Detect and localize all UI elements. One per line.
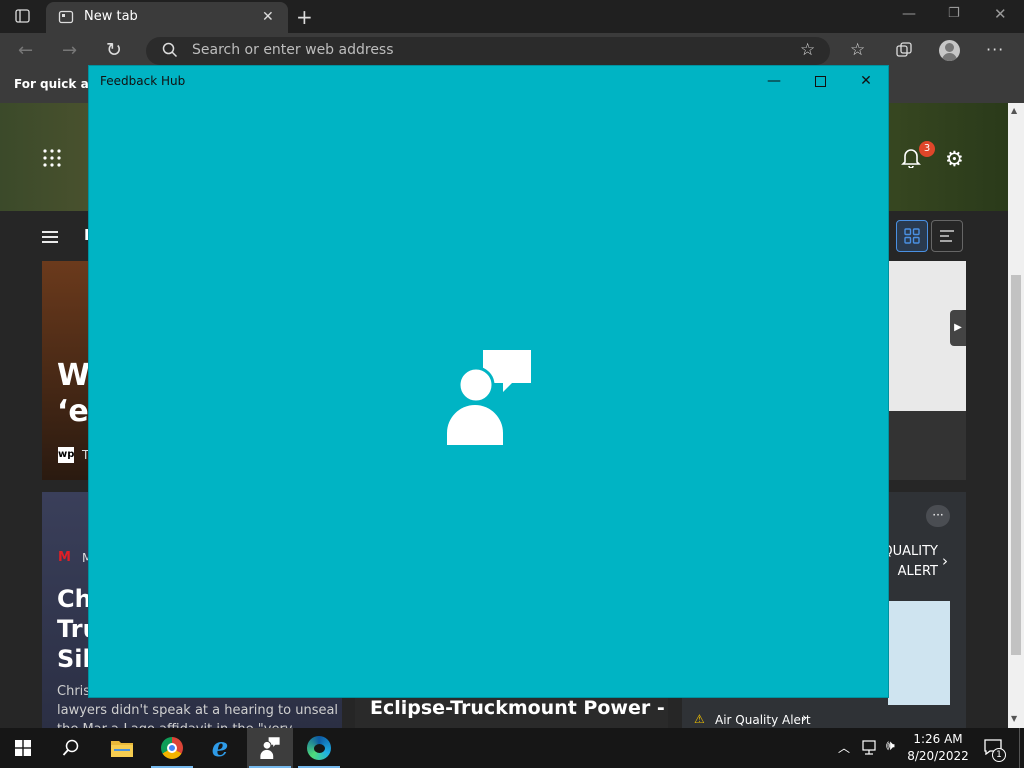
grid-view-toggle[interactable] (896, 220, 928, 252)
tab-new-tab[interactable]: New tab ✕ (46, 2, 288, 33)
alert-chevron-icon: › (802, 711, 808, 726)
minimize-browser-icon[interactable]: — (902, 6, 916, 22)
clock-time: 1:26 AM (913, 732, 963, 746)
tab-actions-icon[interactable] (14, 7, 32, 25)
back-icon[interactable]: ← (18, 40, 33, 61)
minimize-window-icon[interactable]: — (751, 66, 797, 96)
source-logo: wp (58, 447, 74, 463)
air-quality-alert-bar[interactable]: ⚠ Air Quality Alert › (682, 710, 950, 728)
action-center-badge: 1 (992, 748, 1006, 762)
internet-explorer-icon[interactable]: e (197, 728, 243, 768)
edge-icon[interactable] (296, 728, 342, 768)
settings-menu-icon[interactable]: ··· (986, 40, 1004, 59)
tab-title: New tab (84, 9, 138, 24)
apps-grid-icon[interactable] (42, 148, 62, 168)
scroll-down-icon[interactable]: ▼ (1011, 714, 1017, 723)
favorites-icon[interactable]: ☆ (850, 40, 865, 60)
address-bar[interactable]: Search or enter web address ☆ (146, 37, 830, 65)
carousel-next-icon[interactable]: ▶ (950, 310, 966, 346)
window-title: Feedback Hub (100, 74, 186, 88)
list-view-toggle[interactable] (931, 220, 963, 252)
windows-start-icon[interactable] (0, 728, 46, 768)
hamburger-menu-icon[interactable] (42, 229, 60, 248)
clock-date: 8/20/2022 (907, 749, 969, 763)
map-preview[interactable] (888, 601, 950, 705)
new-tab-plus-icon[interactable]: + (296, 5, 313, 29)
feedback-hub-taskbar-icon[interactable] (247, 728, 293, 768)
warning-icon: ⚠ (694, 712, 705, 726)
profile-avatar-icon[interactable] (939, 40, 960, 61)
show-hidden-icons-chevron-icon[interactable]: ︿ (838, 739, 850, 756)
forward-icon[interactable]: → (62, 40, 77, 61)
collections-icon[interactable] (895, 41, 913, 63)
chrome-icon[interactable] (149, 728, 195, 768)
close-browser-icon[interactable]: ✕ (994, 5, 1007, 23)
address-placeholder: Search or enter web address (192, 42, 394, 58)
notification-count-badge: 3 (919, 141, 935, 157)
new-tab-page-icon (58, 9, 74, 29)
scroll-up-icon[interactable]: ▲ (1011, 106, 1017, 115)
feedback-hub-splash-icon (446, 349, 532, 449)
search-icon (162, 42, 178, 62)
air-quality-chevron-icon[interactable]: › (942, 552, 948, 570)
source-logo-2: M (58, 550, 71, 565)
page-settings-gear-icon[interactable]: ⚙ (945, 147, 964, 171)
taskbar-search-icon[interactable] (48, 728, 94, 768)
file-explorer-icon[interactable] (99, 728, 145, 768)
close-tab-icon[interactable]: ✕ (262, 9, 274, 25)
air-quality-alert-text: Air Quality Alert (715, 713, 811, 727)
volume-icon[interactable]: 🕪 (886, 738, 895, 754)
card-more-options-icon[interactable]: ··· (926, 505, 950, 527)
news-card-3-headline: Eclipse-Truckmount Power - (370, 697, 665, 719)
taskbar-clock[interactable]: 1:26 AM 8/20/2022 (900, 731, 976, 765)
maximize-window-icon[interactable] (797, 66, 843, 96)
add-favorite-icon[interactable]: ☆ (800, 40, 815, 60)
scrollbar-thumb[interactable] (1011, 275, 1021, 655)
show-desktop-button[interactable] (1019, 728, 1024, 768)
network-icon[interactable] (862, 740, 880, 760)
feedback-hub-window[interactable]: Feedback Hub — ✕ (88, 65, 889, 698)
refresh-icon[interactable]: ↻ (106, 39, 122, 61)
restore-browser-icon[interactable]: ❐ (948, 6, 960, 21)
close-window-icon[interactable]: ✕ (843, 66, 889, 96)
